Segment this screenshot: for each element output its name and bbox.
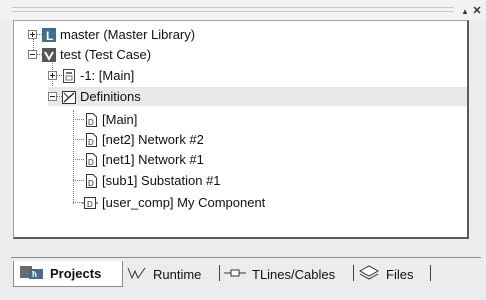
- project-tree: L master (Master Library) test (Test Cas…: [13, 20, 469, 239]
- panel-header: ▲ ✕: [0, 0, 486, 20]
- tree-item-label: [net2] Network #2: [102, 132, 204, 147]
- tlines-icon: [224, 265, 246, 284]
- tree-item-label: [sub1] Substation #1: [102, 173, 221, 188]
- svg-text:D: D: [88, 118, 94, 127]
- tab-tlines-cables[interactable]: TLines/Cables: [224, 261, 335, 287]
- test-case-icon: [42, 47, 56, 62]
- tree-item-test[interactable]: test (Test Case): [28, 45, 151, 64]
- tree-item-label: master (Master Library): [60, 27, 196, 42]
- tab-label: Projects: [50, 266, 102, 281]
- tab-files[interactable]: Files: [358, 261, 413, 287]
- runtime-icon: [127, 265, 147, 284]
- definition-icon: D: [84, 132, 98, 147]
- definition-icon: D: [84, 112, 98, 127]
- tree-item-label: -1: [Main]: [80, 68, 135, 83]
- tab-divider: [11, 257, 481, 258]
- tree-item-label: [net1] Network #1: [102, 152, 204, 167]
- expand-icon[interactable]: [28, 30, 37, 39]
- tree-item-master[interactable]: L master (Master Library): [28, 25, 195, 44]
- tab-projects[interactable]: ħ Projects: [13, 261, 123, 287]
- project-panel: ▲ ✕ L master (Master Library) test (Test…: [0, 0, 486, 300]
- tree-item-label: Definitions: [80, 89, 141, 104]
- tree-item-main-page[interactable]: -1: [Main]: [48, 66, 134, 85]
- tree-item-net1[interactable]: D [net1] Network #1: [73, 150, 204, 169]
- drag-grip[interactable]: [12, 7, 454, 12]
- tree-item-label: test (Test Case): [60, 47, 152, 62]
- dropdown-arrow-icon[interactable]: ▲: [459, 4, 471, 18]
- svg-text:D: D: [88, 138, 94, 147]
- svg-text:L: L: [46, 29, 53, 42]
- definitions-icon: [62, 90, 76, 104]
- expand-icon[interactable]: [48, 71, 57, 80]
- definition-icon: D: [84, 152, 98, 167]
- files-icon: [358, 264, 380, 284]
- tab-separator: [353, 265, 354, 281]
- tab-label: Files: [386, 266, 414, 282]
- tab-label: TLines/Cables: [252, 266, 336, 282]
- definition-icon: D: [84, 173, 98, 188]
- tree-item-net2[interactable]: D [net2] Network #2: [73, 130, 204, 149]
- tree-item-sub1[interactable]: D [sub1] Substation #1: [73, 171, 221, 190]
- tab-separator: [219, 265, 220, 281]
- page-icon: [62, 68, 76, 83]
- tree-item-label: [Main]: [102, 112, 138, 127]
- collapse-icon[interactable]: [48, 92, 57, 101]
- tab-runtime[interactable]: Runtime: [127, 261, 201, 287]
- svg-text:D: D: [88, 179, 94, 188]
- svg-text:ħ: ħ: [32, 270, 37, 279]
- component-icon: D: [82, 196, 98, 210]
- library-icon: L: [42, 27, 56, 42]
- tree-item-definitions[interactable]: Definitions: [48, 87, 467, 106]
- close-icon[interactable]: ✕: [471, 3, 483, 17]
- tab-label: Runtime: [153, 266, 202, 282]
- tree-item-user-comp[interactable]: D [user_comp] My Component: [73, 193, 265, 212]
- collapse-icon[interactable]: [28, 50, 37, 59]
- svg-text:D: D: [88, 158, 94, 167]
- tree-item-label: [user_comp] My Component: [102, 195, 266, 210]
- tree-item-def-main[interactable]: D [Main]: [73, 110, 137, 129]
- tab-separator: [430, 265, 431, 281]
- projects-icon: ħ: [20, 264, 44, 283]
- svg-text:D: D: [87, 200, 93, 209]
